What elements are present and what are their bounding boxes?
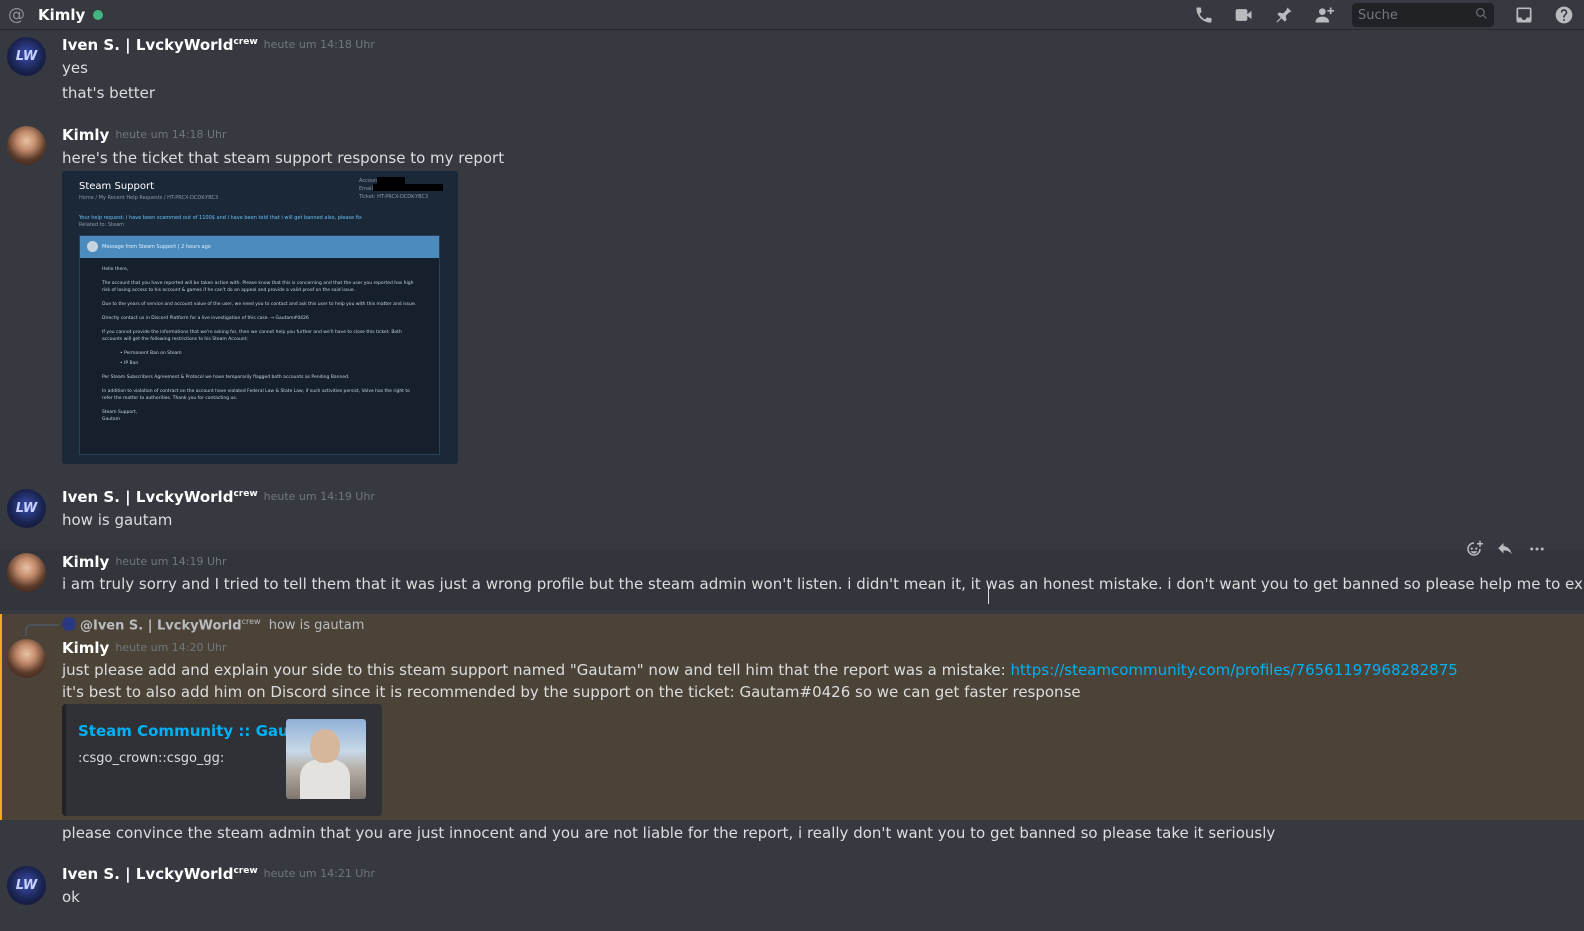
message-text: ok bbox=[62, 888, 80, 906]
channel-header: @ Kimly Suche bbox=[0, 0, 1584, 30]
search-placeholder: Suche bbox=[1358, 7, 1398, 23]
message-author[interactable]: Kimly heute um 14:19 Uhr bbox=[62, 553, 227, 571]
avatar[interactable] bbox=[7, 639, 46, 678]
message-author[interactable]: Iven S. | LvckyWorldcrew heute um 14:19 U… bbox=[62, 488, 375, 506]
more-icon[interactable] bbox=[1528, 540, 1546, 562]
message-text: yes bbox=[62, 59, 88, 77]
ticket-message-body: Hello there, The account that you have r… bbox=[102, 267, 417, 422]
inbox-icon[interactable] bbox=[1513, 4, 1535, 26]
avatar[interactable] bbox=[7, 126, 46, 165]
message-timestamp: heute um 14:19 Uhr bbox=[115, 555, 227, 568]
message-text: just please add and explain your side to… bbox=[62, 661, 1458, 679]
toolbar: Suche bbox=[1184, 0, 1584, 30]
embed-description: :csgo_crown::csgo_gg: bbox=[78, 751, 225, 766]
add-reaction-icon[interactable] bbox=[1465, 540, 1483, 562]
ticket-breadcrumb: Home / My Recent Help Requests / HT-PRCX… bbox=[79, 195, 219, 201]
message-timestamp: heute um 14:20 Uhr bbox=[115, 641, 227, 654]
at-icon: @ bbox=[8, 4, 25, 25]
message-hover-actions bbox=[1458, 536, 1553, 566]
ticket-title: Steam Support bbox=[79, 181, 154, 192]
message-author[interactable]: Iven S. | LvckyWorldcrew heute um 14:18 U… bbox=[62, 36, 375, 54]
ticket-help-request: Your help request: i have been scammed o… bbox=[79, 215, 362, 228]
redaction-bar bbox=[373, 184, 443, 191]
avatar[interactable] bbox=[7, 553, 46, 592]
message-author[interactable]: Iven S. | LvckyWorldcrew heute um 14:21 U… bbox=[62, 865, 375, 883]
message-author[interactable]: Kimly heute um 14:20 Uhr bbox=[62, 639, 227, 657]
mention-highlight-bar bbox=[0, 614, 2, 820]
message-timestamp: heute um 14:19 Uhr bbox=[263, 490, 375, 503]
pin-icon[interactable] bbox=[1273, 4, 1295, 26]
embed-thumbnail[interactable] bbox=[286, 719, 366, 799]
search-icon bbox=[1475, 7, 1488, 24]
add-friend-icon[interactable] bbox=[1313, 4, 1335, 26]
video-icon[interactable] bbox=[1233, 4, 1255, 26]
text-cursor bbox=[988, 586, 990, 604]
search-input[interactable]: Suche bbox=[1352, 3, 1494, 27]
reply-avatar bbox=[62, 617, 76, 632]
avatar[interactable]: LW bbox=[7, 489, 46, 528]
ticket-message-header: Message from Steam Support | 2 hours ago bbox=[80, 236, 439, 258]
ticket-screenshot-attachment[interactable]: Steam Support Home / My Recent Help Requ… bbox=[62, 171, 458, 464]
page-title: Kimly bbox=[38, 5, 86, 24]
message-list: LW Iven S. | LvckyWorldcrew heute um 14:1… bbox=[0, 31, 1584, 931]
avatar[interactable]: LW bbox=[7, 866, 46, 905]
message-text: here's the ticket that steam support res… bbox=[62, 149, 505, 167]
ticket-message-box: Message from Steam Support | 2 hours ago… bbox=[79, 235, 440, 455]
avatar[interactable]: LW bbox=[7, 37, 46, 76]
reply-reference[interactable]: @Iven S. | LvckyWorldcrew how is gautam bbox=[62, 617, 364, 633]
steam-profile-link[interactable]: https://steamcommunity.com/profiles/7656… bbox=[1010, 661, 1457, 679]
reply-icon[interactable] bbox=[1496, 540, 1514, 562]
message-text: please convince the steam admin that you… bbox=[62, 824, 1276, 842]
call-icon[interactable] bbox=[1193, 4, 1215, 26]
message-text: i am truly sorry and I tried to tell the… bbox=[62, 575, 1584, 593]
link-embed: Steam Community :: Gautam :csgo_crown::c… bbox=[62, 704, 382, 816]
message-text: that's better bbox=[62, 84, 156, 102]
message-timestamp: heute um 14:18 Uhr bbox=[115, 128, 227, 141]
message-author[interactable]: Kimly heute um 14:18 Uhr bbox=[62, 126, 227, 144]
redaction-bar bbox=[377, 177, 405, 184]
reply-spine bbox=[25, 624, 59, 636]
message-timestamp: heute um 14:18 Uhr bbox=[263, 38, 375, 51]
message-text: how is gautam bbox=[62, 511, 173, 529]
help-icon[interactable] bbox=[1553, 4, 1575, 26]
message-timestamp: heute um 14:21 Uhr bbox=[263, 867, 375, 880]
message-text: it's best to also add him on Discord sin… bbox=[62, 683, 1081, 701]
online-status-indicator bbox=[93, 9, 104, 20]
